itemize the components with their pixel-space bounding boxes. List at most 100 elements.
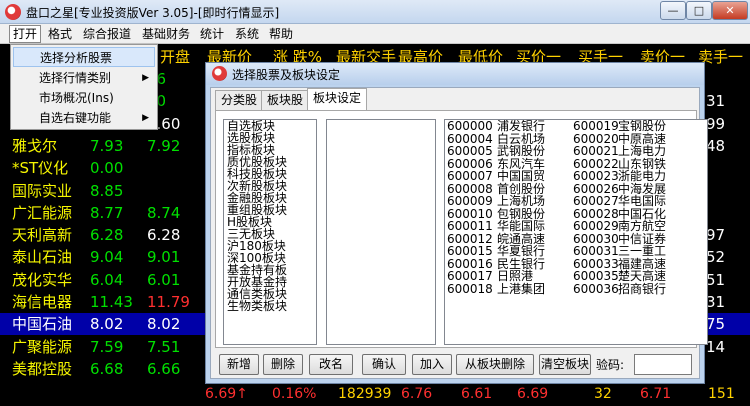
stock-name: 上港集团 — [497, 281, 546, 296]
menu-item-label: 自选右键功能 — [39, 111, 112, 125]
menu-item-select-stock[interactable]: 选择分析股票 — [13, 47, 155, 67]
cell-right: 75 — [706, 315, 726, 334]
cell-price: 11.43 — [90, 293, 133, 311]
close-button[interactable]: ✕ — [712, 1, 748, 20]
stock-name: 招商银行 — [618, 281, 667, 296]
list-item[interactable]: 生物类板块 — [224, 300, 316, 312]
add-button[interactable]: 新增 — [219, 354, 259, 375]
menu-reports[interactable]: 综合报道 — [80, 26, 134, 42]
stock-code: 600036 — [573, 281, 619, 296]
cell-prev: 8.74 — [147, 203, 181, 222]
bottom-cell: 6.69 — [517, 386, 549, 402]
stock-code: 600023 — [573, 169, 619, 183]
menu-item-label: 选择分析股票 — [40, 51, 113, 65]
menu-item-select-category[interactable]: 选择行情类别 ▶ — [13, 68, 155, 88]
stock-code: 600011 — [447, 219, 493, 233]
stock-name: 上海机场 — [497, 194, 546, 208]
remove-from-block-button[interactable]: 从板块删除 — [456, 354, 534, 375]
maximize-button[interactable]: □ — [686, 1, 712, 20]
list-item[interactable]: 600007 中国国贸 600023 浙能电力 — [445, 170, 707, 183]
stock-code: 600000 — [447, 119, 493, 133]
submenu-arrow-icon: ▶ — [142, 73, 149, 83]
menu-system[interactable]: 系统 — [232, 26, 262, 42]
stock-block-dialog: 选择股票及板块设定 分类股 板块股 板块设定 自选板块 选股板块 指标板块 质优股板块… — [205, 62, 708, 384]
menu-help[interactable]: 帮助 — [266, 26, 296, 42]
clear-block-button[interactable]: 清空板块 — [539, 354, 591, 375]
tab-block-settings[interactable]: 板块设定 — [307, 88, 368, 111]
list-item[interactable]: 600000 浦发银行 600019 宝钢股份 — [445, 120, 707, 133]
cell-price: 7.93 — [90, 136, 124, 155]
dialog-title: 选择股票及板块设定 — [232, 68, 341, 82]
cell-right: 48 — [706, 136, 726, 155]
menu-statistics[interactable]: 统计 — [197, 26, 227, 42]
tab-block-stocks[interactable]: 板块股 — [261, 90, 310, 110]
list-item[interactable]: 600017 日照港 600035 楚天高速 — [445, 270, 707, 283]
minimize-button[interactable]: — — [660, 1, 686, 20]
stock-name: 三一重工 — [618, 244, 667, 258]
cell-prev: 8.02 — [147, 315, 181, 334]
cell-prev: 9.01 — [147, 248, 181, 267]
stock-code: 600007 — [447, 169, 493, 183]
verify-code-input[interactable] — [634, 354, 692, 375]
stock-code: 600018 — [447, 281, 493, 296]
stock-code: 600019 — [573, 119, 619, 133]
submenu-arrow-icon: ▶ — [142, 113, 149, 123]
menu-item-market-overview[interactable]: 市场概况(Ins) — [13, 88, 155, 108]
table-row[interactable]: 6.69↑ 0.16% 182939 6.76 6.61 6.69 32 6.7… — [0, 383, 750, 405]
cell-right: 99 — [706, 114, 726, 133]
confirm-button[interactable]: 确认 — [362, 354, 406, 375]
cell-name: 茂化实华 — [12, 270, 73, 289]
cell-price: 9.04 — [90, 248, 124, 267]
stock-name: 上海电力 — [618, 144, 667, 158]
stock-name: 武钢股份 — [497, 144, 546, 158]
stock-code: 600029 — [573, 219, 619, 233]
list-item[interactable]: 600005 武钢股份 600021 上海电力 — [445, 145, 707, 158]
join-button[interactable]: 加入 — [412, 354, 452, 375]
cell-prev: 11.79 — [147, 293, 190, 311]
cell-right: 51 — [706, 270, 726, 289]
list-item[interactable]: 600015 华夏银行 600031 三一重工 — [445, 245, 707, 258]
cell-name: 海信电器 — [12, 293, 73, 311]
title-bar: 盘口之星[专业投资版Ver 3.05]-[即时行情显示] — □ ✕ — [0, 0, 750, 24]
app-logo-icon — [5, 4, 21, 20]
bottom-cell: 151 — [708, 386, 735, 402]
open-menu-dropdown: 选择分析股票 选择行情类别 ▶ 市场概况(Ins) 自选右键功能 ▶ — [10, 44, 158, 130]
rename-button[interactable]: 改名 — [309, 354, 353, 375]
stock-name: 华能国际 — [497, 219, 546, 233]
block-member-list[interactable] — [326, 119, 436, 345]
cell-price: 0.00 — [90, 159, 124, 178]
stock-list[interactable]: 600000 浦发银行 600019 宝钢股份 600004 白云机场 600020 中原高速… — [444, 119, 708, 345]
cell-right: 31 — [706, 293, 726, 311]
col-header-open[interactable]: 开盘 — [160, 46, 190, 67]
cell-name: 泰山石油 — [12, 248, 73, 267]
cell-name: 美都控股 — [12, 359, 73, 378]
list-item[interactable]: 600011 华能国际 600029 南方航空 — [445, 220, 707, 233]
stock-name: 南方航空 — [618, 219, 667, 233]
dialog-logo-icon — [212, 66, 227, 81]
tab-panel-block-settings: 自选板块 选股板块 指标板块 质优股板块 科技股板块 次新股板块 金融股板块 重组股板块 H股板… — [215, 110, 708, 348]
cell-right: 14 — [706, 337, 726, 356]
bottom-cell: 6.69↑ — [205, 386, 248, 402]
menu-format[interactable]: 格式 — [45, 26, 75, 42]
dialog-title-bar[interactable]: 选择股票及板块设定 — [206, 63, 704, 85]
delete-button[interactable]: 删除 — [263, 354, 303, 375]
cell-price: 6.04 — [90, 270, 124, 289]
dialog-body: 分类股 板块股 板块设定 自选板块 选股板块 指标板块 质优股板块 科技股板块 次新股板块… — [210, 87, 708, 379]
cell-name: *ST仪化 — [12, 159, 69, 178]
menu-open[interactable]: 打开 — [9, 25, 42, 43]
menu-item-right-click-functions[interactable]: 自选右键功能 ▶ — [13, 108, 155, 128]
cell-name: 天利高新 — [12, 226, 73, 245]
stock-name: 宝钢股份 — [618, 119, 667, 133]
cell-prev: 6.01 — [147, 270, 181, 289]
menu-financials[interactable]: 基础财务 — [139, 26, 193, 42]
stock-code: 600015 — [447, 244, 493, 258]
stock-code: 600031 — [573, 244, 619, 258]
stock-code: 600009 — [447, 194, 493, 208]
list-item[interactable]: 600018 上港集团 600036 招商银行 — [445, 281, 707, 296]
tab-category-stocks[interactable]: 分类股 — [215, 90, 264, 110]
bottom-cell: 32 — [594, 386, 612, 402]
block-list[interactable]: 自选板块 选股板块 指标板块 质优股板块 科技股板块 次新股板块 金融股板块 重组股板块 H股板… — [223, 119, 317, 345]
stock-name: 华电国际 — [618, 194, 667, 208]
stock-name: 楚天高速 — [618, 269, 667, 283]
list-item[interactable]: 600009 上海机场 600027 华电国际 — [445, 195, 707, 208]
